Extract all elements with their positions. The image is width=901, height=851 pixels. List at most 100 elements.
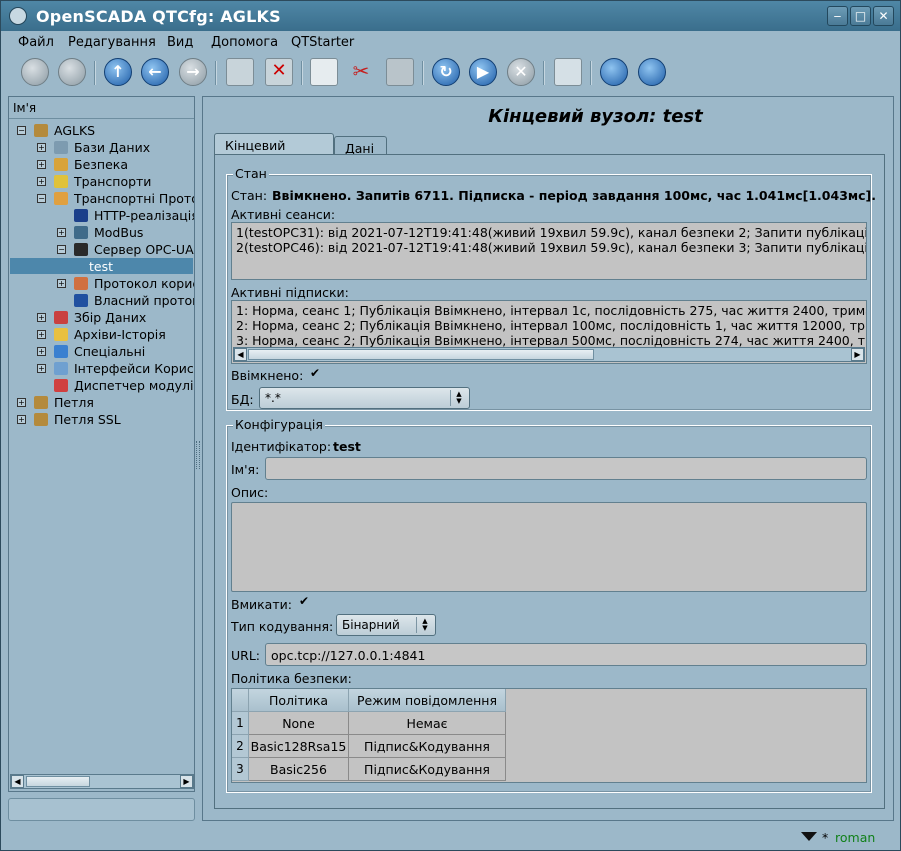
start-library-icon[interactable] bbox=[600, 58, 628, 86]
tree-item[interactable]: Диспетчер модулів bbox=[9, 377, 194, 394]
close-button[interactable]: ✕ bbox=[873, 6, 894, 26]
tree-item[interactable]: − AGLKS bbox=[9, 122, 194, 139]
collapse-icon[interactable]: − bbox=[57, 245, 66, 254]
back-icon[interactable]: ← bbox=[141, 58, 169, 86]
add-item-icon[interactable] bbox=[226, 58, 254, 86]
row-header[interactable]: 1 bbox=[232, 712, 249, 735]
title-bar[interactable]: OpenSCADA QTCfg: AGLKS ‒ □ ✕ bbox=[1, 1, 900, 31]
app-icon[interactable] bbox=[9, 7, 27, 25]
list-item[interactable]: 1(testOPC31): від 2021-07-12T19:41:48(жи… bbox=[236, 225, 866, 240]
list-item[interactable]: 2: Норма, сеанс 2; Публікація Ввімкнено,… bbox=[236, 318, 866, 333]
url-field[interactable]: opc.tcp://127.0.0.1:4841 bbox=[265, 643, 867, 666]
scroll-right-icon[interactable]: ▶ bbox=[180, 775, 193, 788]
expand-icon[interactable]: + bbox=[37, 177, 46, 186]
menu-file[interactable]: Файл bbox=[18, 35, 54, 50]
encoding-select[interactable]: Бінарний ▲ ▼ bbox=[336, 614, 436, 636]
sessions-list[interactable]: 1(testOPC31): від 2021-07-12T19:41:48(жи… bbox=[231, 222, 867, 280]
start-program-icon[interactable] bbox=[638, 58, 666, 86]
tree-header[interactable]: Ім'я bbox=[9, 97, 194, 119]
tree-item[interactable]: + Петля bbox=[9, 394, 194, 411]
description-field[interactable] bbox=[231, 502, 867, 592]
column-header-policy[interactable]: Політика bbox=[249, 689, 349, 712]
menu-view[interactable]: Вид bbox=[167, 35, 193, 50]
expand-icon[interactable]: + bbox=[37, 313, 46, 322]
tree-item[interactable]: HTTP-реалізація bbox=[9, 207, 194, 224]
security-table[interactable]: Політика Режим повідомлення 1 None Немає… bbox=[231, 688, 867, 783]
tree-horizontal-scrollbar[interactable]: ◀ ▶ bbox=[10, 774, 194, 789]
collapse-icon[interactable]: − bbox=[17, 126, 26, 135]
navigation-tree[interactable]: − AGLKS + Бази Даних + Безпека + Транспорти − Тра… bbox=[9, 119, 194, 774]
spin-arrows-icon[interactable]: ▲ ▼ bbox=[416, 617, 433, 633]
table-cell-policy[interactable]: None bbox=[249, 712, 349, 735]
delete-item-icon[interactable]: ✕ bbox=[265, 58, 293, 86]
db-select[interactable]: *.* ▲ ▼ bbox=[259, 387, 470, 409]
expand-icon[interactable]: + bbox=[37, 143, 46, 152]
toenable-checkbox[interactable]: ✔ bbox=[298, 595, 310, 608]
list-item[interactable]: 1: Норма, сеанс 1; Публікація Ввімкнено,… bbox=[236, 303, 866, 318]
start-icon[interactable]: ▶ bbox=[469, 58, 497, 86]
table-cell-policy[interactable]: Basic256 bbox=[249, 758, 349, 781]
expand-icon[interactable]: + bbox=[57, 228, 66, 237]
scrollbar-thumb[interactable] bbox=[248, 349, 594, 360]
tree-item[interactable]: − Транспортні Прото bbox=[9, 190, 194, 207]
paste-icon[interactable] bbox=[386, 58, 414, 86]
subscriptions-list[interactable]: 1: Норма, сеанс 1; Публікація Ввімкнено,… bbox=[231, 300, 867, 364]
tree-item[interactable]: + Архіви-Історія bbox=[9, 326, 194, 343]
forward-icon[interactable]: → bbox=[179, 58, 207, 86]
db-save-icon[interactable] bbox=[58, 58, 86, 86]
tree-item[interactable]: Власний проток bbox=[9, 292, 194, 309]
scrollbar-thumb[interactable] bbox=[26, 776, 90, 787]
table-cell-policy[interactable]: Basic128Rsa15 bbox=[249, 735, 349, 758]
list-item[interactable]: 2(testOPC46): від 2021-07-12T19:41:48(жи… bbox=[236, 240, 866, 255]
menu-edit[interactable]: Редагування bbox=[68, 35, 156, 50]
user-name[interactable]: roman bbox=[835, 830, 875, 845]
panel-splitter[interactable] bbox=[196, 441, 200, 469]
tree-item[interactable]: + Спеціальні bbox=[9, 343, 194, 360]
row-header[interactable]: 2 bbox=[232, 735, 249, 758]
expand-icon[interactable]: + bbox=[17, 415, 26, 424]
row-header[interactable]: 3 bbox=[232, 758, 249, 781]
expand-icon[interactable]: + bbox=[37, 160, 46, 169]
table-cell-mode[interactable]: Підпис&Кодування bbox=[349, 758, 506, 781]
tree-item[interactable]: + Бази Даних bbox=[9, 139, 194, 156]
scroll-left-icon[interactable]: ◀ bbox=[234, 348, 247, 361]
table-corner[interactable] bbox=[232, 689, 249, 712]
tree-item[interactable]: + Збір Даних bbox=[9, 309, 194, 326]
tree-item[interactable]: + Інтерфейси Корист bbox=[9, 360, 194, 377]
scroll-left-icon[interactable]: ◀ bbox=[11, 775, 24, 788]
chevron-down-icon[interactable] bbox=[801, 832, 817, 841]
manual-icon[interactable] bbox=[554, 58, 582, 86]
tree-item[interactable]: + ModBus bbox=[9, 224, 194, 241]
expand-icon[interactable]: + bbox=[37, 347, 46, 356]
maximize-button[interactable]: □ bbox=[850, 6, 871, 26]
enabled-checkbox[interactable]: ✔ bbox=[309, 367, 321, 380]
table-cell-mode[interactable]: Підпис&Кодування bbox=[349, 735, 506, 758]
tree-item[interactable]: + Петля SSL bbox=[9, 411, 194, 428]
tree-item[interactable]: + Транспорти bbox=[9, 173, 194, 190]
menu-qtstarter[interactable]: QTStarter bbox=[291, 35, 354, 50]
db-load-icon[interactable] bbox=[21, 58, 49, 86]
expand-icon[interactable]: + bbox=[37, 364, 46, 373]
collapse-icon[interactable]: − bbox=[37, 194, 46, 203]
column-header-mode[interactable]: Режим повідомлення bbox=[349, 689, 506, 712]
expand-icon[interactable]: + bbox=[57, 279, 66, 288]
list-item[interactable]: 3: Норма, сеанс 2; Публікація Ввімкнено,… bbox=[236, 333, 866, 348]
reload-icon[interactable]: ↻ bbox=[432, 58, 460, 86]
spin-arrows-icon[interactable]: ▲ ▼ bbox=[450, 390, 467, 406]
expand-icon[interactable]: + bbox=[37, 330, 46, 339]
tree-item[interactable]: + Безпека bbox=[9, 156, 194, 173]
subscriptions-scrollbar[interactable]: ◀ ▶ bbox=[233, 347, 865, 362]
copy-icon[interactable] bbox=[310, 58, 338, 86]
expand-icon[interactable]: + bbox=[17, 398, 26, 407]
menu-help[interactable]: Допомога bbox=[211, 35, 278, 50]
scroll-right-icon[interactable]: ▶ bbox=[851, 348, 864, 361]
tree-item[interactable]: test bbox=[9, 258, 194, 275]
minimize-button[interactable]: ‒ bbox=[827, 6, 848, 26]
tree-item[interactable]: + Протокол корис bbox=[9, 275, 194, 292]
cut-icon[interactable]: ✂ bbox=[347, 58, 375, 86]
up-icon[interactable]: ↑ bbox=[104, 58, 132, 86]
table-cell-mode[interactable]: Немає bbox=[349, 712, 506, 735]
name-field[interactable] bbox=[265, 457, 867, 480]
tree-item[interactable]: − Сервер OPC-UA bbox=[9, 241, 194, 258]
stop-icon[interactable]: ✕ bbox=[507, 58, 535, 86]
